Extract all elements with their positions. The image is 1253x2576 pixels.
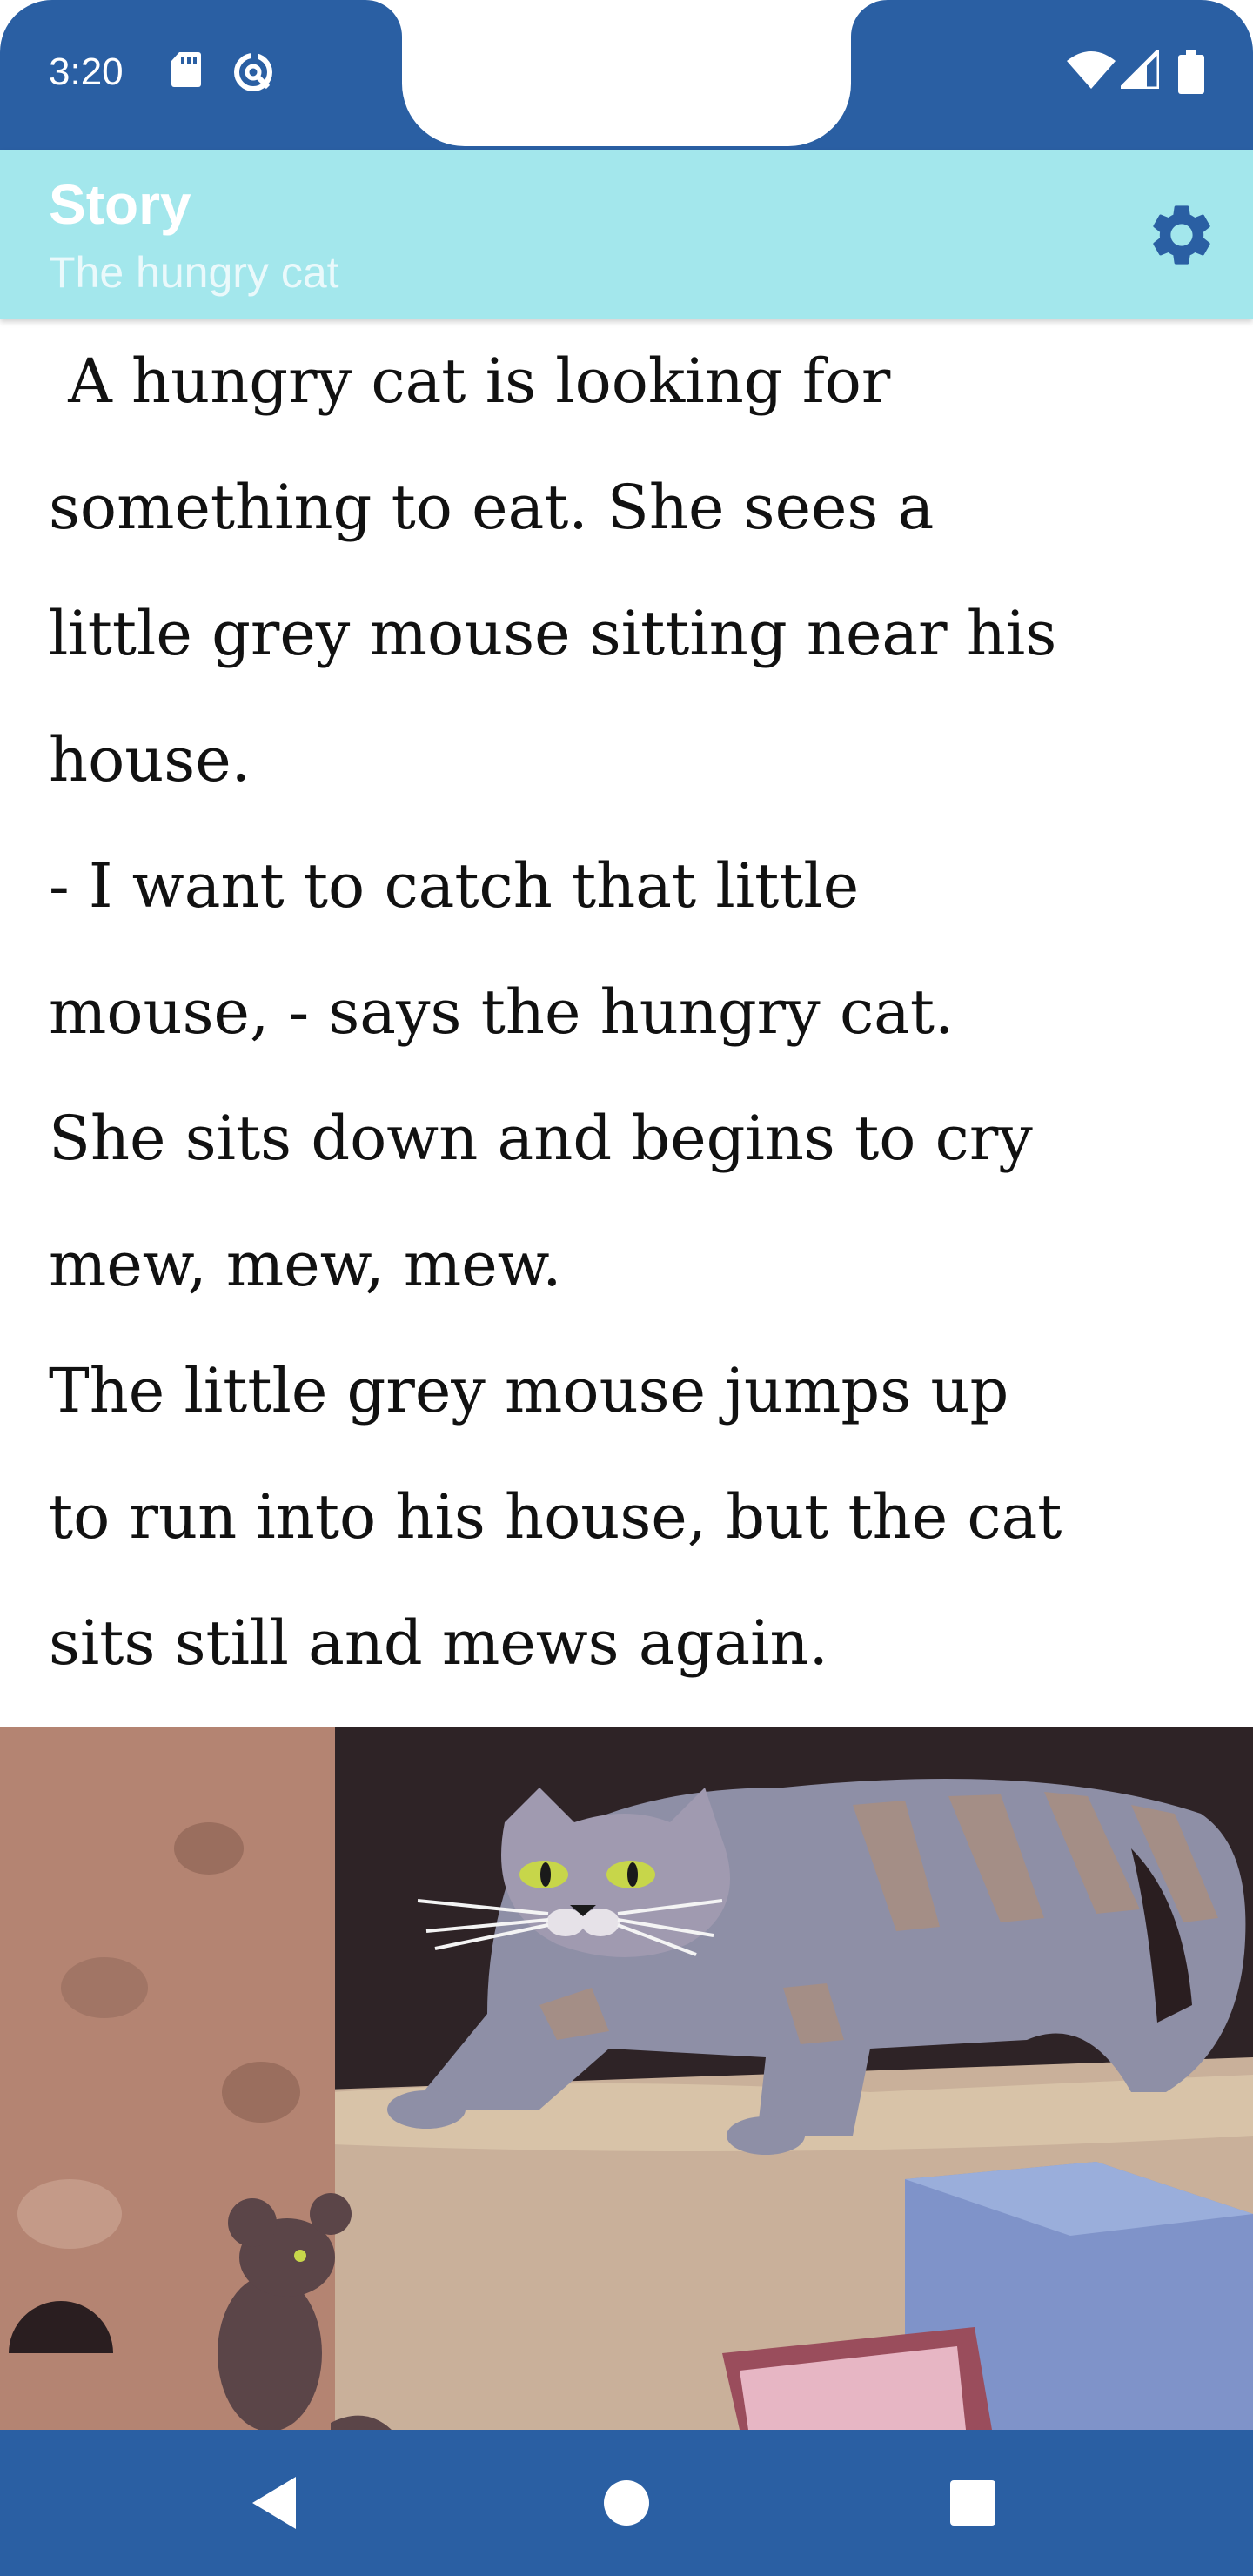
display-notch: [402, 0, 851, 146]
story-line: A hungry cat is looking for: [49, 345, 891, 417]
story-line: mouse, - says the hungry cat.: [49, 976, 955, 1048]
status-bar: 3:20: [0, 0, 1253, 150]
recents-icon[interactable]: [938, 2468, 1008, 2538]
signal-icon: [1121, 50, 1159, 89]
page-subtitle: The hungry cat: [49, 248, 339, 297]
home-icon[interactable]: [592, 2468, 661, 2538]
story-line: sits still and mews again.: [49, 1607, 828, 1679]
page-title: Story: [49, 173, 191, 236]
navigation-bar: [0, 2430, 1253, 2576]
story-line: something to eat. She sees a: [49, 472, 935, 543]
screen-corner: [1201, 0, 1253, 52]
notch-corner: [851, 0, 888, 37]
story-line: little grey mouse sitting near his: [49, 598, 1057, 669]
screen-corner: [0, 0, 52, 52]
story-line: house.: [49, 724, 251, 795]
sd-card-icon: [171, 52, 201, 87]
story-illustration: [0, 1727, 1253, 2430]
story-line: She sits down and begins to cry: [49, 1103, 1033, 1174]
app-bar: Story The hungry cat: [0, 150, 1253, 319]
back-icon[interactable]: [244, 2468, 313, 2538]
story-line: - I want to catch that little: [49, 850, 860, 922]
story-text: A hungry cat is looking for something to…: [49, 319, 1215, 1727]
battery-icon: [1178, 50, 1204, 94]
wifi-icon: [1067, 51, 1116, 89]
data-saver-icon: [234, 50, 272, 91]
status-time: 3:20: [49, 50, 124, 93]
story-line: to run into his house, but the cat: [49, 1481, 1062, 1553]
story-line: The little grey mouse jumps up: [49, 1355, 1009, 1426]
notch-corner: [365, 0, 402, 37]
gear-icon[interactable]: [1145, 198, 1218, 272]
cat-and-mouse-picture: [0, 1727, 1253, 2430]
story-line: mew, mew, mew.: [49, 1229, 562, 1300]
